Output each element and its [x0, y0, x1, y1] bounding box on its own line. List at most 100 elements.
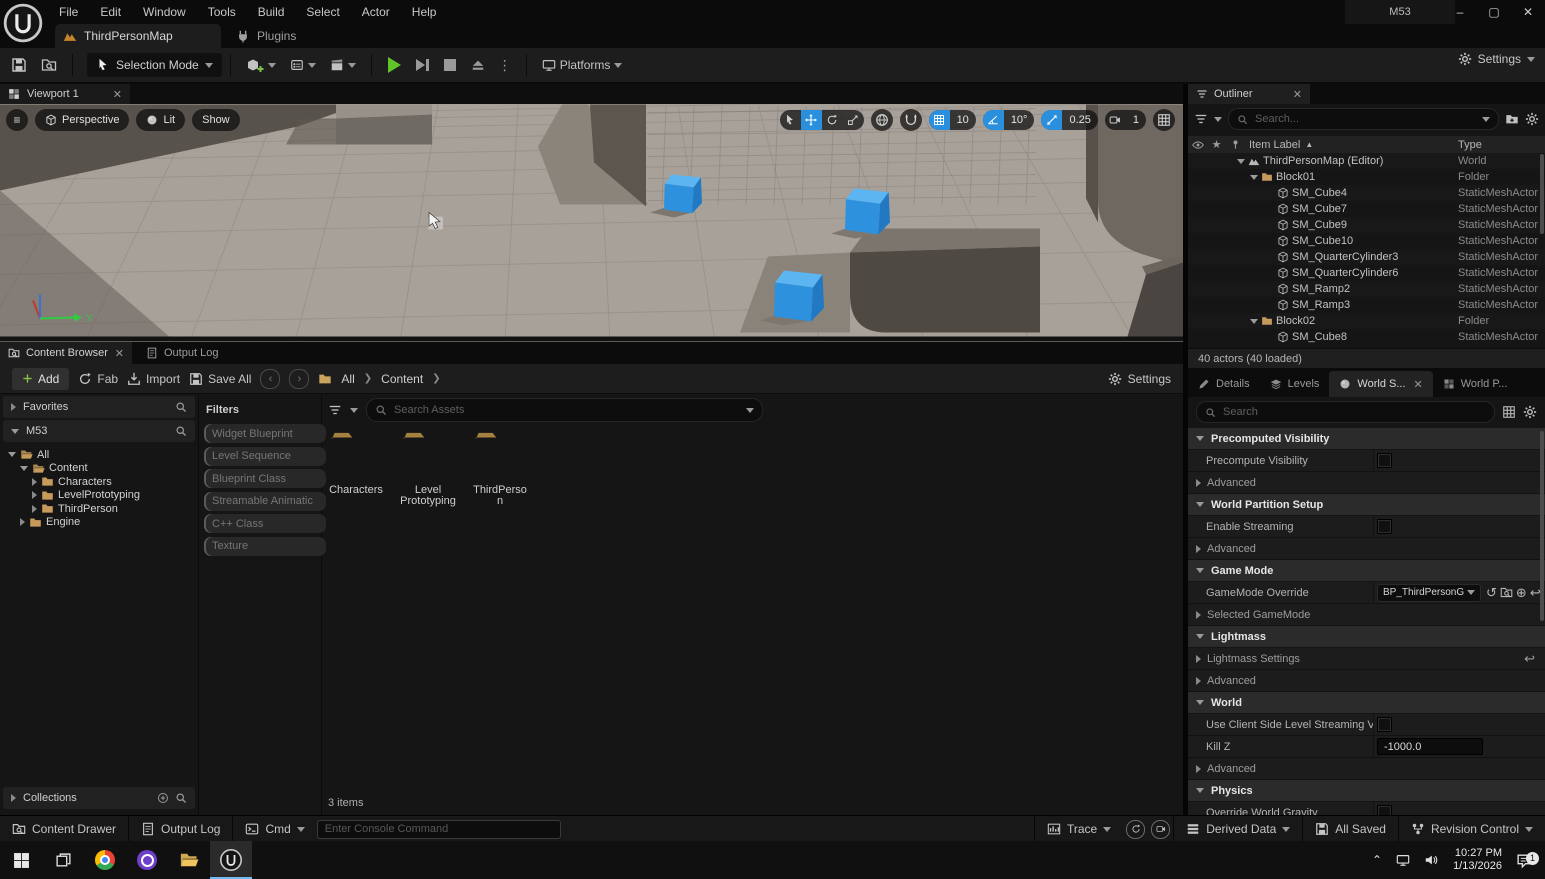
outliner-row[interactable]: SM_Cube8StaticMeshActor	[1188, 329, 1545, 345]
add-collection-icon[interactable]	[157, 792, 169, 804]
save-all-button[interactable]: Save All	[189, 372, 251, 386]
tree-folder-all[interactable]: All	[0, 448, 198, 462]
close-icon[interactable]: ✕	[1293, 88, 1302, 101]
breadcrumb-content[interactable]: Content	[381, 372, 423, 386]
grid-snap-toggle[interactable]	[929, 110, 950, 130]
outliner-row[interactable]: SM_QuarterCylinder6StaticMeshActor	[1188, 265, 1545, 281]
volume-icon[interactable]	[1417, 841, 1445, 879]
details-property-row[interactable]: GameMode OverrideBP_ThirdPersonG↺⊕↩	[1188, 582, 1545, 604]
unreal-taskbar-button[interactable]	[210, 841, 252, 879]
cmd-dropdown[interactable]: Cmd	[233, 816, 316, 842]
blueprints-dropdown[interactable]	[283, 58, 323, 72]
use-selected-icon[interactable]: ↺	[1486, 585, 1497, 601]
new-folder-icon[interactable]	[1505, 112, 1519, 126]
show-flags-dropdown[interactable]: Show	[192, 109, 240, 131]
checkbox[interactable]	[1377, 717, 1392, 732]
task-view-button[interactable]	[42, 841, 84, 879]
outliner-row[interactable]: SM_Cube9StaticMeshActor	[1188, 217, 1545, 233]
details-property-row[interactable]: Advanced	[1188, 670, 1545, 692]
insights-button[interactable]	[1126, 820, 1145, 839]
outliner-row[interactable]: Block02Folder	[1188, 313, 1545, 329]
chrome-taskbar-button[interactable]	[84, 841, 126, 879]
tab-world-partition[interactable]: World P...	[1433, 371, 1518, 397]
filter-widget-blueprint[interactable]: Widget Blueprint	[204, 424, 326, 443]
outliner-row[interactable]: SM_Cube4StaticMeshActor	[1188, 185, 1545, 201]
move-tool-button[interactable]	[801, 110, 822, 130]
checkbox[interactable]	[1377, 453, 1392, 468]
tab-thirdpersonmap[interactable]: ThirdPersonMap	[55, 24, 221, 48]
chevron-down-icon[interactable]	[746, 408, 754, 413]
tab-outliner[interactable]: Outliner ✕	[1188, 84, 1310, 104]
tree-folder-levelprototyping[interactable]: LevelPrototyping	[0, 489, 198, 503]
details-section-header[interactable]: Physics	[1188, 780, 1545, 802]
details-property-row[interactable]: Override World Gravity	[1188, 802, 1545, 815]
start-button[interactable]	[0, 841, 42, 879]
add-button[interactable]: Add	[12, 368, 69, 390]
add-actor-dropdown[interactable]	[239, 57, 283, 73]
save-current-level-button[interactable]	[4, 52, 34, 78]
search-icon[interactable]	[175, 401, 187, 413]
world-local-toggle[interactable]	[871, 109, 893, 131]
play-button[interactable]	[388, 57, 401, 73]
grid-snap-value[interactable]: 10	[950, 110, 976, 130]
details-property-row[interactable]: Use Client Side Level Streaming Vol...	[1188, 714, 1545, 736]
visibility-column-header[interactable]	[1188, 139, 1207, 151]
menu-item-select[interactable]: Select	[295, 0, 350, 24]
browse-content-button[interactable]	[34, 52, 64, 78]
breadcrumb-all[interactable]: All	[341, 372, 354, 386]
search-assets-input[interactable]	[392, 403, 741, 417]
details-property-row[interactable]: Precompute Visibility	[1188, 450, 1545, 472]
tab-viewport-1[interactable]: Viewport 1 ✕	[0, 84, 130, 104]
details-section-header[interactable]: Lightmass	[1188, 626, 1545, 648]
content-drawer-button[interactable]: Content Drawer	[0, 816, 128, 842]
gear-icon[interactable]	[1525, 112, 1539, 126]
details-property-row[interactable]: Enable Streaming	[1188, 516, 1545, 538]
outliner-scrollbar[interactable]	[1540, 154, 1544, 234]
tab-plugins[interactable]: Plugins	[228, 24, 304, 48]
revision-control-dropdown[interactable]: Revision Control	[1399, 816, 1545, 842]
asset-folder-tile[interactable]: Level Prototyping	[400, 428, 456, 507]
back-button[interactable]: ‹	[260, 369, 280, 389]
maximize-button[interactable]: ▢	[1477, 0, 1511, 24]
item-label-column-header[interactable]: Item Label	[1249, 139, 1300, 151]
surface-snapping-button[interactable]	[900, 109, 922, 131]
toolbar-settings-dropdown[interactable]: Settings	[1458, 52, 1535, 66]
close-icon[interactable]: ✕	[113, 88, 122, 101]
import-button[interactable]: Import	[127, 372, 180, 386]
details-search[interactable]	[1196, 401, 1495, 423]
tree-folder-content[interactable]: Content	[0, 462, 198, 476]
filter-level-sequence[interactable]: Level Sequence	[204, 447, 326, 466]
action-center-button[interactable]: 1	[1510, 852, 1545, 869]
tab-content-browser[interactable]: Content Browser ✕	[0, 342, 132, 364]
select-tool-button[interactable]	[780, 110, 801, 130]
outliner-row[interactable]: SM_Ramp3StaticMeshActor	[1188, 297, 1545, 313]
details-scrollbar[interactable]	[1540, 431, 1544, 621]
collections-row[interactable]: Collections	[3, 787, 195, 809]
gear-icon[interactable]	[1523, 405, 1537, 419]
outliner-search-input[interactable]	[1253, 112, 1477, 126]
menu-item-actor[interactable]: Actor	[351, 0, 401, 24]
details-section-header[interactable]: Game Mode	[1188, 560, 1545, 582]
checkbox[interactable]	[1377, 519, 1392, 534]
menu-item-window[interactable]: Window	[132, 0, 197, 24]
tab-output-log[interactable]: Output Log	[138, 342, 226, 364]
gamemode-override-dropdown[interactable]: BP_ThirdPersonG	[1377, 584, 1481, 602]
scale-snap-value[interactable]: 0.25	[1062, 110, 1097, 130]
perspective-dropdown[interactable]: Perspective	[35, 109, 129, 131]
forward-button[interactable]: ›	[289, 369, 309, 389]
all-saved-button[interactable]: All Saved	[1303, 816, 1398, 842]
type-column-header[interactable]: Type	[1458, 139, 1482, 151]
tab-details[interactable]: Details	[1188, 371, 1260, 397]
outliner-row[interactable]: ThirdPersonMap (Editor)World	[1188, 153, 1545, 169]
filter-icon[interactable]	[328, 403, 342, 417]
taskbar-clock[interactable]: 10:27 PM 1/13/2026	[1445, 847, 1510, 873]
rotation-snap-value[interactable]: 10°	[1004, 110, 1035, 130]
tray-expand-button[interactable]: ⌃	[1365, 841, 1389, 879]
view-mode-dropdown[interactable]: Lit	[136, 109, 185, 131]
asset-folder-tile[interactable]: Characters	[328, 428, 384, 507]
tree-folder-engine[interactable]: Engine	[0, 516, 198, 530]
chevron-down-icon[interactable]	[350, 408, 358, 413]
filter-streamable-animatic[interactable]: Streamable Animatic	[204, 492, 326, 511]
project-section[interactable]: M53	[3, 420, 195, 442]
console-command-input[interactable]	[317, 820, 561, 839]
